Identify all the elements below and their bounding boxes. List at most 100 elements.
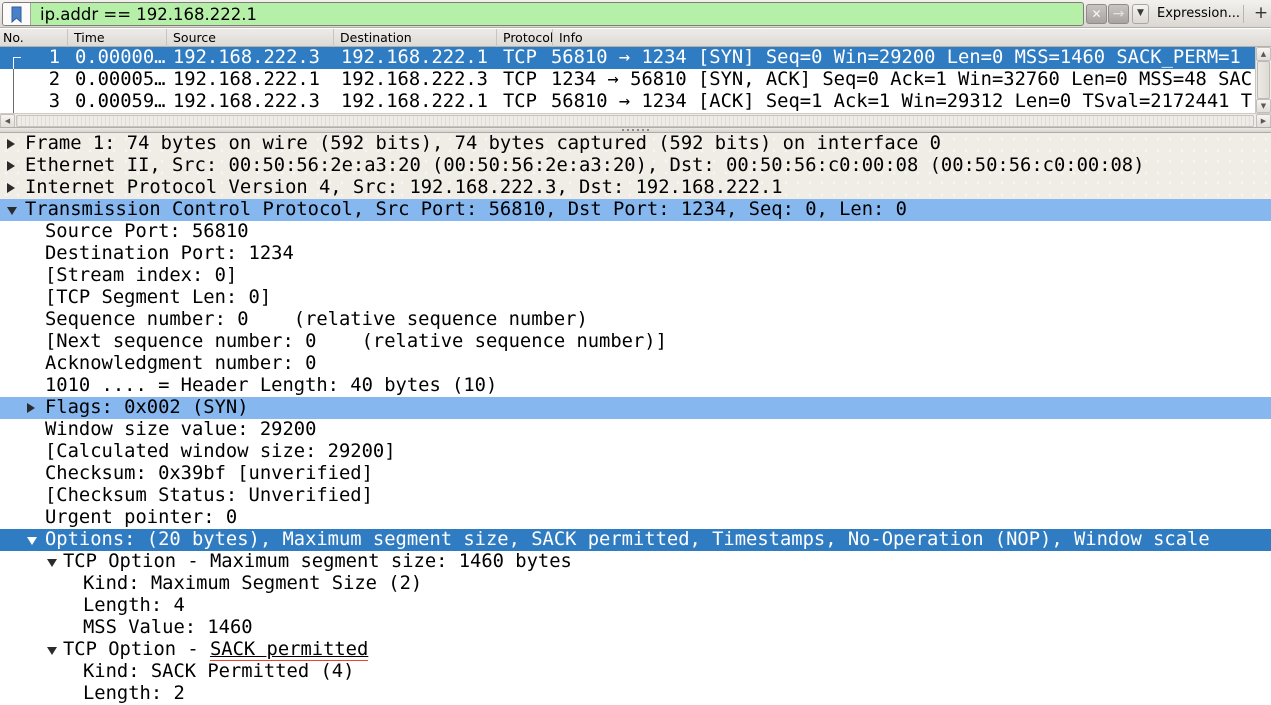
expand-icon[interactable]	[27, 403, 35, 413]
add-filter-button[interactable]: +	[1251, 0, 1271, 28]
toolbar-separator	[1243, 5, 1244, 23]
detail-row[interactable]: Kind: SACK Permitted (4)	[0, 661, 1271, 683]
detail-text: [Next sequence number: 0 (relative seque…	[45, 331, 667, 353]
packet-cell-time: 0.00000…	[75, 47, 170, 69]
detail-row[interactable]: Checksum: 0x39bf [unverified]	[0, 463, 1271, 485]
expand-icon[interactable]	[7, 183, 15, 193]
detail-text: Internet Protocol Version 4, Src: 192.16…	[25, 177, 783, 199]
collapse-icon[interactable]	[47, 559, 57, 567]
detail-row[interactable]: Urgent pointer: 0	[0, 507, 1271, 529]
detail-text: Frame 1: 74 bytes on wire (592 bits), 74…	[25, 133, 941, 155]
packet-cell-destination: 192.168.222.1	[341, 91, 496, 113]
filter-toolbar: ip.addr == 192.168.222.1 ✕ → ▼ Expressio…	[0, 0, 1271, 28]
detail-row[interactable]: Source Port: 56810	[0, 221, 1271, 243]
filter-history-dropdown[interactable]: ▼	[1132, 4, 1149, 24]
hscroll-thumb[interactable]	[16, 115, 1254, 127]
detail-row[interactable]: MSS Value: 1460	[0, 617, 1271, 639]
scroll-left-icon[interactable]: ◀	[0, 114, 15, 128]
expand-icon[interactable]	[7, 161, 15, 171]
packet-list-rows: 10.00000…192.168.222.3192.168.222.1TCP56…	[0, 47, 1255, 113]
detail-text: TCP Option - SACK permitted	[63, 639, 368, 661]
detail-text: [Stream index: 0]	[45, 265, 237, 287]
detail-row[interactable]: Internet Protocol Version 4, Src: 192.16…	[0, 177, 1271, 199]
detail-text: [TCP Segment Len: 0]	[45, 287, 271, 309]
packet-cell-info: 1234 → 56810 [SYN, ACK] Seq=0 Ack=1 Win=…	[551, 69, 1255, 91]
detail-text: Ethernet II, Src: 00:50:56:2e:a3:20 (00:…	[25, 155, 1144, 177]
packet-cell-time: 0.00005…	[75, 69, 170, 91]
packet-cell-info: 56810 → 1234 [ACK] Seq=1 Ack=1 Win=29312…	[551, 91, 1255, 113]
packet-cell-protocol: TCP	[503, 47, 549, 69]
packet-row[interactable]: 20.00005…192.168.222.1192.168.222.3TCP12…	[0, 69, 1255, 91]
packet-row[interactable]: 1 0.00000…192.168.222.3 192.168.222.1 TCP56…	[0, 47, 1255, 69]
bookmark-icon[interactable]	[3, 3, 31, 25]
detail-text: 1010 .... = Header Length: 40 bytes (10)	[45, 375, 497, 397]
detail-row[interactable]: Destination Port: 1234	[0, 243, 1271, 265]
detail-text: Options: (20 bytes), Maximum segment siz…	[45, 529, 1210, 551]
detail-row[interactable]: Frame 1: 74 bytes on wire (592 bits), 74…	[0, 133, 1271, 155]
column-header-time[interactable]: Time	[68, 29, 167, 47]
packet-row[interactable]: 30.00059…192.168.222.3192.168.222.1TCP56…	[0, 91, 1255, 113]
packet-cell-source: 192.168.222.1	[173, 69, 333, 91]
detail-row[interactable]: Length: 2	[0, 683, 1271, 705]
detail-row[interactable]: [Checksum Status: Unverified]	[0, 485, 1271, 507]
expand-icon[interactable]	[7, 139, 15, 149]
detail-text: Acknowledgment number: 0	[45, 353, 316, 375]
detail-row[interactable]: TCP Option - Maximum segment size: 1460 …	[0, 551, 1271, 573]
detail-text: Transmission Control Protocol, Src Port:…	[25, 199, 907, 221]
expression-button[interactable]: Expression...	[1157, 0, 1240, 28]
packet-cell-destination: 192.168.222.1	[341, 47, 496, 69]
packet-detail-pane: Frame 1: 74 bytes on wire (592 bits), 74…	[0, 133, 1271, 705]
collapse-icon[interactable]	[7, 207, 17, 215]
detail-row[interactable]: 1010 .... = Header Length: 40 bytes (10)	[0, 375, 1271, 397]
clear-filter-button[interactable]: ✕	[1086, 4, 1107, 24]
detail-row[interactable]: Length: 4	[0, 595, 1271, 617]
detail-text: Kind: Maximum Segment Size (2)	[83, 573, 422, 595]
column-header-protocol[interactable]: Protocol	[497, 29, 553, 47]
scroll-right-icon[interactable]: ▶	[1256, 114, 1271, 128]
detail-row[interactable]: Options: (20 bytes), Maximum segment siz…	[0, 529, 1271, 551]
collapse-icon[interactable]	[47, 647, 57, 655]
vscroll-thumb[interactable]	[1257, 61, 1270, 99]
detail-text: Checksum: 0x39bf [unverified]	[45, 463, 373, 485]
detail-text: TCP Option - Maximum segment size: 1460 …	[63, 551, 572, 573]
detail-text: MSS Value: 1460	[83, 617, 253, 639]
scroll-up-icon[interactable]: ▲	[1256, 47, 1271, 61]
packet-cell-protocol: TCP	[503, 69, 549, 91]
detail-row[interactable]: Acknowledgment number: 0	[0, 353, 1271, 375]
detail-row[interactable]: Kind: Maximum Segment Size (2)	[0, 573, 1271, 595]
detail-row[interactable]: Flags: 0x002 (SYN)	[0, 397, 1271, 419]
packet-list-hscrollbar[interactable]: ◀ ▶	[0, 113, 1271, 127]
detail-text: Window size value: 29200	[45, 419, 316, 441]
filter-text: ip.addr == 192.168.222.1	[40, 3, 257, 25]
detail-row[interactable]: [Calculated window size: 29200]	[0, 441, 1271, 463]
column-header-destination[interactable]: Destination	[334, 29, 497, 47]
detail-row[interactable]: [TCP Segment Len: 0]	[0, 287, 1271, 309]
column-header-no[interactable]: No.	[0, 29, 68, 47]
packet-cell-time: 0.00059…	[75, 91, 170, 113]
detail-text: Destination Port: 1234	[45, 243, 294, 265]
detail-row[interactable]: Ethernet II, Src: 00:50:56:2e:a3:20 (00:…	[0, 155, 1271, 177]
packet-cell-no: 1	[0, 47, 60, 69]
detail-text: Source Port: 56810	[45, 221, 249, 243]
packet-list-header: No. Time Source Destination Protocol Inf…	[0, 29, 1271, 47]
scroll-down-icon[interactable]: ▼	[1256, 99, 1271, 113]
detail-row[interactable]: Transmission Control Protocol, Src Port:…	[0, 199, 1271, 221]
collapse-icon[interactable]	[27, 537, 37, 545]
detail-row[interactable]: Window size value: 29200	[0, 419, 1271, 441]
display-filter-input[interactable]: ip.addr == 192.168.222.1	[2, 2, 1084, 26]
column-header-source[interactable]: Source	[167, 29, 334, 47]
selected-field-link[interactable]: SACK permitted	[210, 639, 368, 661]
detail-row[interactable]: [Stream index: 0]	[0, 265, 1271, 287]
detail-row[interactable]: Sequence number: 0 (relative sequence nu…	[0, 309, 1271, 331]
packet-cell-info: 56810 → 1234 [SYN] Seq=0 Win=29200 Len=0…	[551, 47, 1255, 69]
apply-filter-button[interactable]: →	[1108, 4, 1129, 24]
detail-row[interactable]: [Next sequence number: 0 (relative seque…	[0, 331, 1271, 353]
detail-text: Urgent pointer: 0	[45, 507, 237, 529]
detail-text: Kind: SACK Permitted (4)	[83, 661, 354, 683]
packet-list-vscrollbar[interactable]: ▲ ▼	[1255, 47, 1271, 113]
column-header-info[interactable]: Info	[553, 29, 1255, 47]
detail-text: Flags: 0x002 (SYN)	[45, 397, 249, 419]
packet-cell-source: 192.168.222.3	[173, 47, 333, 69]
detail-row[interactable]: TCP Option - SACK permitted	[0, 639, 1271, 661]
detail-text: [Calculated window size: 29200]	[45, 441, 396, 463]
